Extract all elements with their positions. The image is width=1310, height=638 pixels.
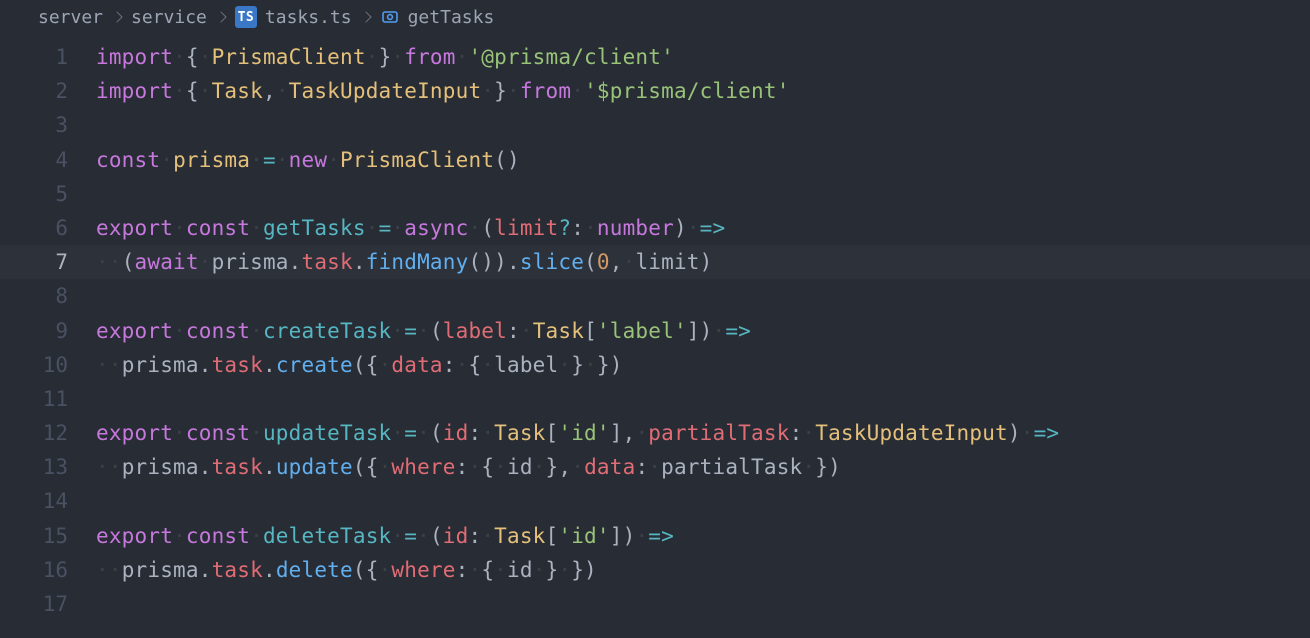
line-number: 1: [0, 40, 96, 74]
line-number: 2: [0, 74, 96, 108]
code-line[interactable]: 13··prisma.task.update({·where:·{·id·},·…: [0, 450, 1310, 484]
code-line[interactable]: 11: [0, 382, 1310, 416]
code-line[interactable]: 14: [0, 484, 1310, 518]
code-content[interactable]: export·const·getTasks·=·async·(limit?:·n…: [96, 211, 725, 245]
line-number: 6: [0, 211, 96, 245]
code-line[interactable]: 2import·{·Task,·TaskUpdateInput·}·from·'…: [0, 74, 1310, 108]
code-content[interactable]: ··(await·prisma.task.findMany()).slice(0…: [96, 245, 713, 279]
code-content[interactable]: ··prisma.task.update({·where:·{·id·},·da…: [96, 450, 841, 484]
code-editor[interactable]: 1import·{·PrismaClient·}·from·'@prisma/c…: [0, 34, 1310, 621]
code-content[interactable]: const·prisma·=·new·PrismaClient(): [96, 143, 520, 177]
line-number: 5: [0, 177, 96, 211]
line-number: 14: [0, 484, 96, 518]
line-number: 17: [0, 587, 96, 621]
code-line[interactable]: 16··prisma.task.delete({·where:·{·id·}·}…: [0, 553, 1310, 587]
code-line[interactable]: 3: [0, 108, 1310, 142]
breadcrumb-seg-symbol[interactable]: getTasks: [408, 7, 495, 28]
line-number: 16: [0, 553, 96, 587]
code-line[interactable]: 9export·const·createTask·=·(label:·Task[…: [0, 314, 1310, 348]
code-line[interactable]: 7··(await·prisma.task.findMany()).slice(…: [0, 245, 1310, 279]
code-content[interactable]: export·const·deleteTask·=·(id:·Task['id'…: [96, 519, 674, 553]
code-line[interactable]: 8: [0, 279, 1310, 313]
line-number: 15: [0, 519, 96, 553]
chevron-right-icon: [360, 11, 371, 22]
breadcrumb[interactable]: server service TS tasks.ts getTasks: [0, 0, 1310, 34]
code-content[interactable]: import·{·Task,·TaskUpdateInput·}·from·'$…: [96, 74, 790, 108]
code-line[interactable]: 12export·const·updateTask·=·(id:·Task['i…: [0, 416, 1310, 450]
code-content[interactable]: export·const·createTask·=·(label:·Task['…: [96, 314, 751, 348]
line-number: 3: [0, 108, 96, 142]
code-line[interactable]: 1import·{·PrismaClient·}·from·'@prisma/c…: [0, 40, 1310, 74]
code-content[interactable]: export·const·updateTask·=·(id:·Task['id'…: [96, 416, 1059, 450]
line-number: 13: [0, 450, 96, 484]
code-content[interactable]: ··prisma.task.delete({·where:·{·id·}·}): [96, 553, 597, 587]
line-number: 10: [0, 348, 96, 382]
breadcrumb-seg-folder[interactable]: server: [38, 7, 103, 28]
code-line[interactable]: 4const·prisma·=·new·PrismaClient(): [0, 143, 1310, 177]
line-number: 11: [0, 382, 96, 416]
code-line[interactable]: 5: [0, 177, 1310, 211]
chevron-right-icon: [111, 11, 122, 22]
ts-file-icon: TS: [235, 6, 257, 28]
code-line[interactable]: 6export·const·getTasks·=·async·(limit?:·…: [0, 211, 1310, 245]
code-line[interactable]: 17: [0, 587, 1310, 621]
line-number: 12: [0, 416, 96, 450]
line-number: 8: [0, 279, 96, 313]
code-content[interactable]: ··prisma.task.create({·data:·{·label·}·}…: [96, 348, 623, 382]
chevron-right-icon: [215, 11, 226, 22]
line-number: 4: [0, 143, 96, 177]
code-line[interactable]: 10··prisma.task.create({·data:·{·label·}…: [0, 348, 1310, 382]
code-line[interactable]: 15export·const·deleteTask·=·(id:·Task['i…: [0, 519, 1310, 553]
symbol-variable-icon: [380, 8, 400, 26]
breadcrumb-seg-file[interactable]: tasks.ts: [265, 7, 352, 28]
line-number: 7: [0, 245, 96, 279]
breadcrumb-seg-folder[interactable]: service: [131, 7, 207, 28]
line-number: 9: [0, 314, 96, 348]
code-content[interactable]: import·{·PrismaClient·}·from·'@prisma/cl…: [96, 40, 674, 74]
